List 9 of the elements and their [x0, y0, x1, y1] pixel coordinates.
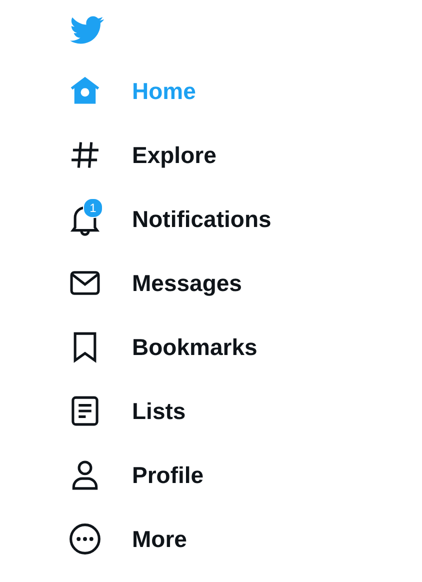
notification-count: 1	[83, 198, 103, 218]
more-icon	[68, 522, 102, 556]
nav-link[interactable]: Profile	[132, 462, 204, 488]
nav-link[interactable]: Explore	[132, 142, 216, 168]
nav-link[interactable]: Bookmarks	[132, 334, 258, 360]
nav-link[interactable]: Lists	[132, 398, 186, 424]
nav-link[interactable]: Messages	[132, 270, 242, 296]
nav-link[interactable]: Notifications	[132, 206, 272, 232]
nav-link[interactable]: More	[132, 526, 187, 552]
